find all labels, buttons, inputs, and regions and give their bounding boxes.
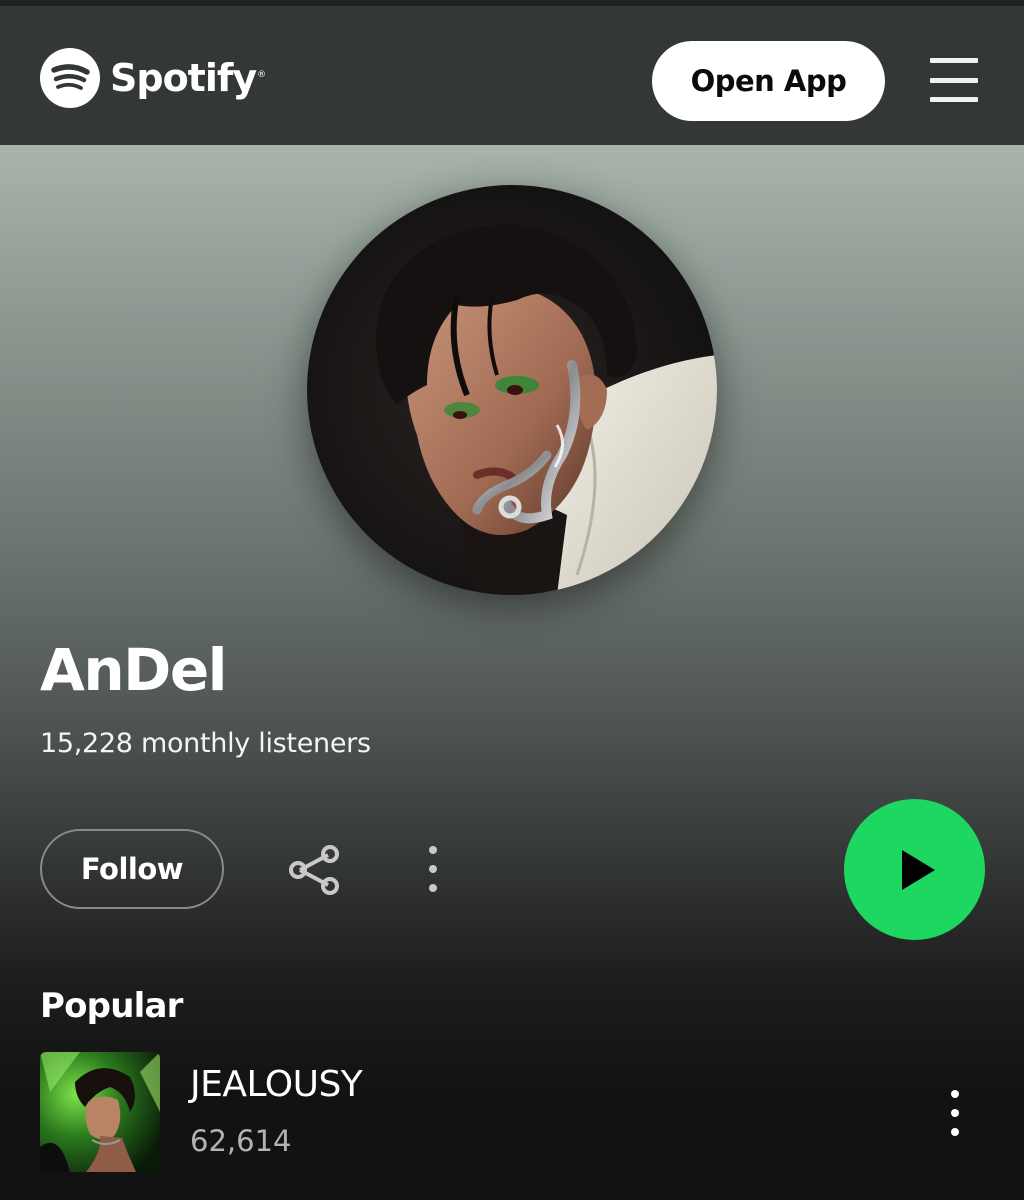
more-options-icon[interactable] — [418, 842, 448, 898]
top-bar: Spotify® Open App — [0, 0, 1024, 145]
artist-name: AnDel — [40, 636, 228, 704]
play-icon — [901, 849, 935, 890]
hamburger-icon[interactable] — [930, 58, 978, 102]
popular-heading: Popular — [40, 986, 183, 1026]
track-row[interactable]: JEALOUSY 62,614 — [40, 1052, 990, 1174]
track-title: JEALOUSY — [190, 1064, 363, 1105]
track-play-count: 62,614 — [190, 1124, 292, 1158]
track-cover-art — [40, 1052, 160, 1172]
play-button[interactable] — [844, 799, 985, 940]
open-app-button[interactable]: Open App — [652, 41, 885, 121]
brand-name: Spotify® — [110, 56, 266, 100]
follow-button[interactable]: Follow — [40, 829, 224, 909]
monthly-listeners: 15,228 monthly listeners — [40, 728, 371, 759]
spotify-logo[interactable]: Spotify® — [40, 46, 266, 110]
share-icon[interactable] — [286, 842, 342, 898]
spotify-logo-icon — [40, 48, 100, 108]
artist-avatar — [307, 185, 717, 595]
track-more-options-icon[interactable] — [940, 1088, 970, 1140]
